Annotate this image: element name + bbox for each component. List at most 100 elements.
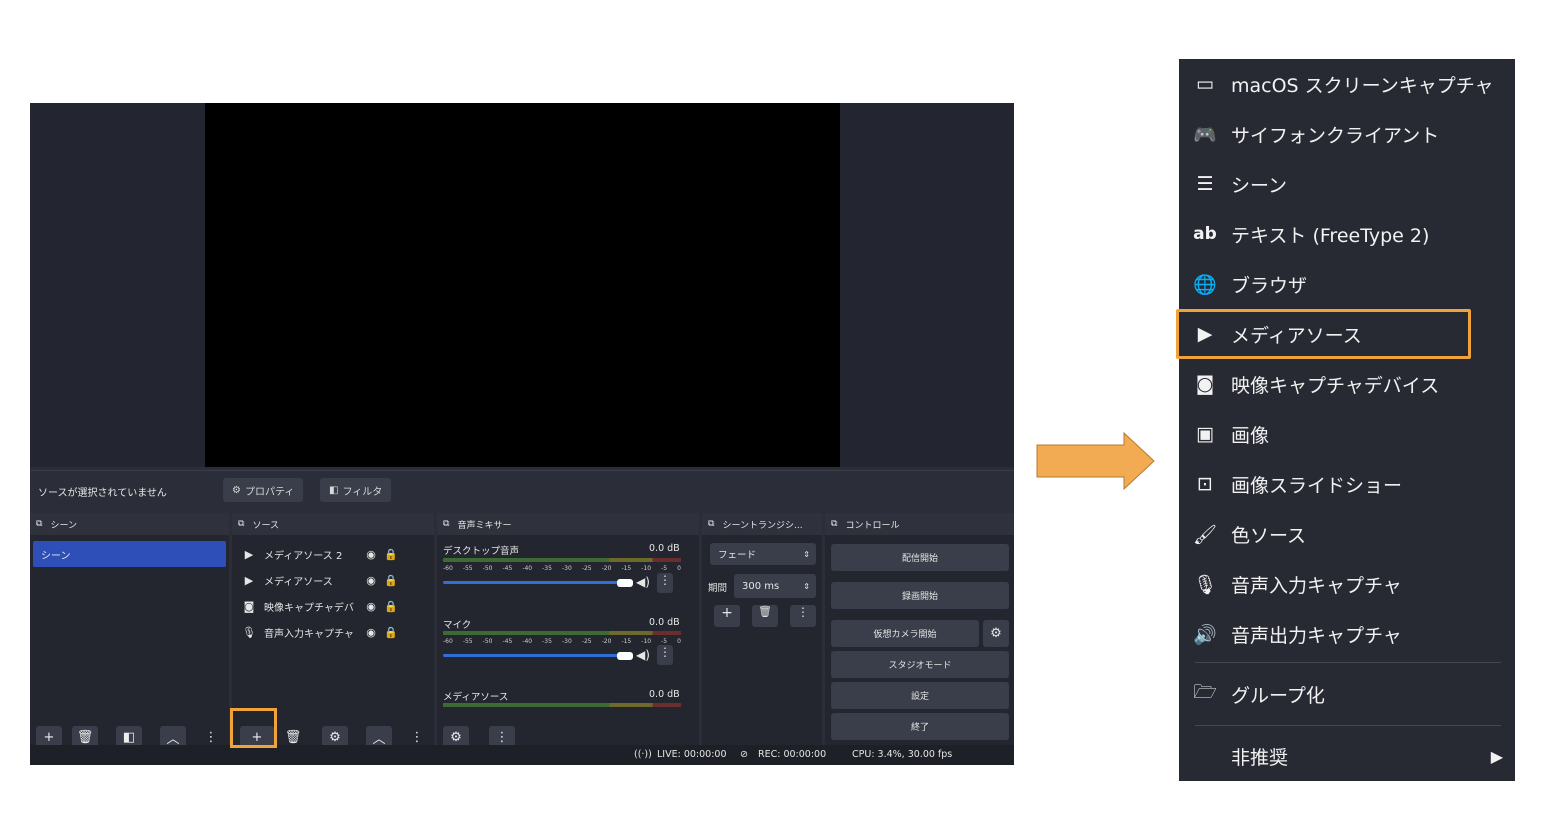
sources-title: ソース [252, 520, 279, 531]
channel-more-button[interactable]: ⋮ [657, 573, 673, 593]
scene-item[interactable]: シーン [33, 541, 226, 567]
source-item[interactable]: 🎙 音声入力キャプチャ ◉ 🔒 [232, 621, 434, 643]
duration-input[interactable]: 300 ms ⇕ [734, 574, 816, 598]
more-vertical-icon: ⋮ [204, 729, 218, 745]
channel-more-button[interactable]: ⋮ [657, 645, 673, 665]
list-icon: ☰ [1196, 173, 1214, 195]
volume-slider-knob[interactable] [617, 579, 633, 587]
scenes-title: シーン [50, 520, 77, 531]
channel-name: デスクトップ音声 [443, 546, 520, 557]
menu-item-group[interactable]: 🗁 グループ化 [1179, 669, 1515, 719]
transition-more-button[interactable]: ⋮ [790, 605, 816, 627]
menu-item-label: サイフォンクライアント [1231, 124, 1440, 147]
volume-meter [443, 558, 681, 562]
volume-slider[interactable] [443, 654, 633, 657]
volume-slider[interactable] [443, 581, 633, 584]
remove-transition-button[interactable]: 🗑 [752, 605, 778, 627]
menu-separator [1195, 725, 1501, 726]
menu-item-syphon-client[interactable]: 🎮 サイフォンクライアント [1179, 109, 1515, 159]
source-item[interactable]: ▶ メディアソース 2 ◉ 🔒 [232, 543, 434, 565]
transition-select[interactable]: フェード ⇕ [710, 543, 816, 565]
trash-icon: 🗑 [758, 605, 772, 618]
trash-icon: 🗑 [284, 729, 302, 745]
more-vertical-icon: ⋮ [495, 729, 509, 745]
menu-item-color-source[interactable]: 🖌 色ソース [1179, 509, 1515, 559]
menu-item-text-freetype[interactable]: ab テキスト (FreeType 2) [1179, 209, 1515, 259]
menu-item-image[interactable]: ▣ 画像 [1179, 409, 1515, 459]
add-transition-button[interactable]: + [714, 605, 740, 627]
lock-icon[interactable]: 🔒 [384, 574, 398, 587]
more-vertical-icon: ⋮ [797, 605, 809, 619]
mixer-dock-header: ⧉ 音声ミキサー [437, 513, 699, 535]
source-toolbar: ソースが選択されていません ⚙ プロパティ ◧ フィルタ [30, 470, 1014, 509]
slideshow-icon: ⊡ [1197, 473, 1213, 495]
folder-icon: 🗁 [1193, 681, 1217, 703]
volume-meter [443, 631, 681, 635]
channel-db: 0.0 dB [649, 543, 680, 554]
filters-button[interactable]: ◧ フィルタ [320, 478, 392, 502]
exit-button[interactable]: 終了 [831, 713, 1009, 740]
status-bar: ((·)) LIVE: 00:00:00 ⊘ REC: 00:00:00 CPU… [30, 745, 1014, 765]
start-recording-button[interactable]: 録画開始 [831, 582, 1009, 609]
properties-label: プロパティ [244, 486, 295, 498]
dock-icon: ⧉ [443, 519, 450, 529]
scene-item-label: シーン [41, 550, 71, 562]
eye-icon[interactable]: ◉ [364, 574, 378, 587]
start-virtual-camera-button[interactable]: 仮想カメラ開始 [831, 620, 979, 647]
menu-item-label: グループ化 [1231, 684, 1325, 707]
speaker-icon[interactable]: ◀) [636, 575, 650, 589]
speaker-icon[interactable]: ◀) [636, 648, 650, 662]
filter-icon: ◧ [329, 484, 339, 496]
menu-item-audio-input-capture[interactable]: 🎙 音声入力キャプチャ [1179, 559, 1515, 609]
source-item[interactable]: ◙ 映像キャプチャデバ ◉ 🔒 [232, 595, 434, 617]
dock-icon: ⧉ [708, 519, 715, 529]
chevron-up-icon: ︿ [166, 731, 180, 747]
sources-dock-header: ⧉ ソース [232, 513, 434, 535]
menu-item-label: 色ソース [1231, 524, 1307, 547]
controls-title: コントロール [845, 520, 900, 531]
menu-item-video-capture-device[interactable]: ◙ 映像キャプチャデバイス [1179, 359, 1515, 409]
studio-mode-button[interactable]: スタジオモード [831, 651, 1009, 678]
dock-icon: ⧉ [36, 519, 43, 529]
properties-button[interactable]: ⚙ プロパティ [223, 478, 304, 502]
eye-icon[interactable]: ◉ [364, 600, 378, 613]
brush-icon: 🖌 [1192, 523, 1218, 546]
gear-icon: ⚙ [990, 626, 1002, 641]
volume-slider-knob[interactable] [617, 652, 633, 660]
mic-icon: 🎙 [1192, 573, 1218, 596]
lock-icon[interactable]: 🔒 [384, 548, 398, 561]
eye-icon[interactable]: ◉ [364, 626, 378, 639]
lock-icon[interactable]: 🔒 [384, 600, 398, 613]
source-item[interactable]: ▶ メディアソース ◉ 🔒 [232, 569, 434, 591]
no-source-label: ソースが選択されていません [38, 488, 167, 499]
live-indicator-icon: ((·)) [634, 749, 652, 760]
menu-item-audio-output-capture[interactable]: 🔊 音声出力キャプチャ [1179, 609, 1515, 659]
eye-icon[interactable]: ◉ [364, 548, 378, 561]
mixer-title: 音声ミキサー [457, 520, 512, 531]
lock-icon[interactable]: 🔒 [384, 626, 398, 639]
menu-item-label: シーン [1231, 174, 1288, 197]
gear-icon: ⚙ [232, 484, 241, 496]
menu-separator [1195, 662, 1501, 663]
preview-canvas[interactable] [205, 103, 840, 467]
chevron-updown-icon: ⇕ [803, 549, 810, 559]
menu-item-label: 映像キャプチャデバイス [1231, 374, 1440, 397]
menu-item-scene[interactable]: ☰ シーン [1179, 159, 1515, 209]
start-streaming-button[interactable]: 配信開始 [831, 544, 1009, 571]
virtual-camera-settings-button[interactable]: ⚙ [983, 620, 1009, 647]
duration-label: 期間 [708, 583, 728, 594]
menu-item-deprecated[interactable]: 非推奨 ▶ [1179, 731, 1515, 781]
source-label: 音声入力キャプチャ [264, 628, 354, 640]
cpu-status: CPU: 3.4%, 30.00 fps [852, 749, 953, 760]
media-source-highlight [1176, 309, 1471, 359]
source-label: メディアソース [264, 576, 333, 588]
menu-item-label: テキスト (FreeType 2) [1231, 224, 1430, 247]
transition-type: フェード [718, 550, 757, 561]
menu-item-macos-screen-capture[interactable]: ▭ macOS スクリーンキャプチャ [1179, 59, 1515, 109]
menu-item-browser[interactable]: 🌐 ブラウザ [1179, 259, 1515, 309]
transitions-title: シーントランジシ... [722, 520, 803, 531]
speaker-icon: 🔊 [1193, 623, 1217, 646]
image-icon: ▣ [1196, 423, 1214, 445]
menu-item-image-slideshow[interactable]: ⊡ 画像スライドショー [1179, 459, 1515, 509]
settings-button[interactable]: 設定 [831, 682, 1009, 709]
